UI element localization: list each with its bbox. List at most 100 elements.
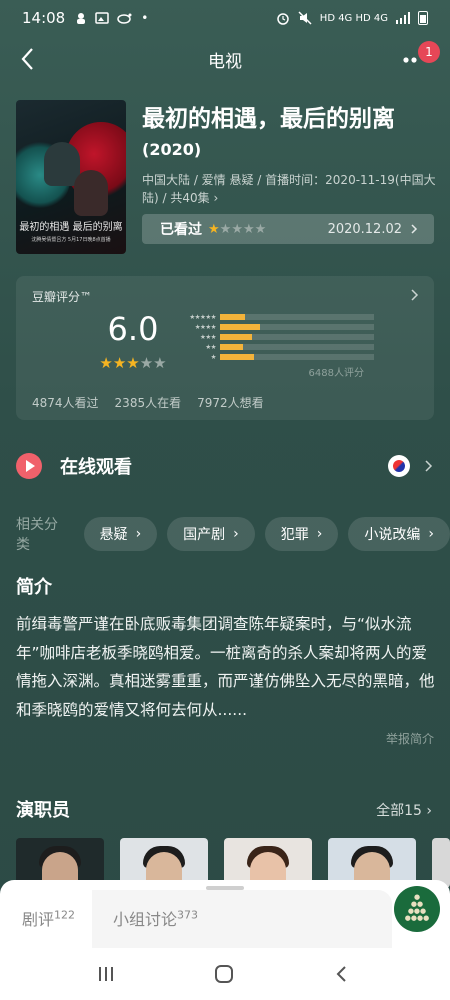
- chevron-right-icon: ›: [316, 526, 323, 542]
- report-summary-link[interactable]: 举报简介: [386, 730, 434, 747]
- tab-reviews-count: 122: [54, 908, 76, 922]
- cast-all-link[interactable]: 全部15 ›: [376, 800, 432, 820]
- back-arrow-icon[interactable]: [14, 44, 44, 74]
- histogram-bar: [220, 354, 254, 360]
- star-filled-icon: ★: [99, 354, 113, 372]
- seen-date: 2020.12.02: [327, 221, 402, 237]
- system-nav-bar: [0, 948, 450, 1000]
- poster-subtitle: 沈腾吴倩暨吕方 5月17日晚8点首播: [31, 237, 111, 243]
- notification-icons: •: [75, 11, 148, 25]
- histogram-star-label: ★★★★: [194, 323, 217, 331]
- network-indicators: HD 4G HD 4G: [319, 12, 388, 24]
- play-icon: [16, 453, 42, 479]
- histogram-track: [220, 334, 374, 340]
- rating-label: 豆瓣评分™: [32, 290, 93, 304]
- histogram-track: [220, 354, 374, 360]
- movie-title: 最初的相遇，最后的别离: [142, 106, 395, 132]
- group-avatar-pattern: ● ●● ●●● ●●●●: [404, 893, 430, 922]
- rating-score: 6.0: [107, 310, 159, 348]
- star-filled-icon: ★: [112, 354, 127, 372]
- star-empty-icon: ★: [153, 354, 167, 372]
- related-categories: 相关分类 悬疑 › 国产剧 › 犯罪 › 小说改编 ›: [16, 516, 450, 553]
- tab-reviews[interactable]: 剧评122: [22, 906, 75, 930]
- histogram-bar: [220, 314, 245, 320]
- histogram-track: [220, 344, 374, 350]
- histogram-bar: [220, 344, 244, 350]
- gallery-icon: [95, 12, 109, 24]
- category-chip[interactable]: 国产剧 ›: [167, 517, 255, 551]
- mute-icon: [298, 11, 312, 25]
- cast-all-label: 全部15: [376, 803, 422, 819]
- watch-online-label: 在线观看: [60, 457, 132, 478]
- system-indicators: HD 4G HD 4G: [276, 11, 428, 25]
- poster-title: 最初的相遇 最后的别离: [19, 222, 123, 233]
- back-icon[interactable]: [332, 964, 352, 984]
- star-empty-icon: ★: [139, 354, 154, 372]
- category-chip-label: 小说改编: [364, 527, 421, 543]
- histogram-track: [220, 324, 374, 330]
- histogram-star-label: ★★★★★: [189, 313, 216, 321]
- chevron-right-icon: ›: [213, 191, 219, 205]
- histogram-bar: [220, 334, 253, 340]
- category-chip[interactable]: 悬疑 ›: [83, 517, 158, 551]
- recent-apps-icon[interactable]: [96, 964, 116, 984]
- star-empty-icon: ★: [254, 221, 267, 237]
- chevron-right-icon: ›: [135, 526, 142, 542]
- histogram-bar: [220, 324, 261, 330]
- histogram-row: ★★★★★: [178, 312, 378, 322]
- movie-meta-text: 中国大陆 / 爱情 悬疑 / 首播时间：2020-11-19(中国大陆) / 共…: [142, 173, 436, 205]
- home-icon[interactable]: [214, 964, 234, 984]
- histogram-star-label: ★: [210, 353, 217, 361]
- category-chip-label: 悬疑: [99, 527, 128, 543]
- chevron-right-icon: [411, 224, 418, 234]
- movie-meta[interactable]: 中国大陆 / 爱情 悬疑 / 首播时间：2020-11-19(中国大陆) / 共…: [142, 171, 436, 207]
- more-notifications-dot: •: [141, 11, 149, 25]
- my-rating-stars: ★★★★★: [208, 222, 266, 237]
- rating-count: 6488人评分: [308, 368, 364, 379]
- group-avatar[interactable]: ● ●● ●●● ●●●●: [394, 886, 440, 932]
- star-empty-icon: ★: [231, 221, 243, 237]
- douban-rating-card[interactable]: 豆瓣评分™ 6.0 ★★★★★ ★★★★★ ★★★★ ★★★ ★★ ★ 6488人评分 …: [16, 276, 434, 420]
- histogram-track: [220, 314, 374, 320]
- seen-label: 已看过: [160, 222, 202, 238]
- notification-badge: 1: [418, 41, 440, 63]
- histogram-row: ★★★: [178, 332, 378, 342]
- histogram-row: ★★★★: [178, 322, 378, 332]
- star-empty-icon: ★: [219, 221, 232, 237]
- watch-stats: 4874人看过 2385人在看 7972人想看: [32, 394, 264, 411]
- stat-watched[interactable]: 4874人看过: [32, 394, 99, 411]
- page-title: 电视: [208, 51, 242, 72]
- star-filled-icon: ★: [126, 354, 140, 372]
- category-chip-label: 犯罪: [280, 527, 309, 543]
- status-bar: 14:08 • HD 4G HD 4G: [0, 0, 450, 36]
- stat-watching[interactable]: 2385人在看: [115, 394, 182, 411]
- category-chip[interactable]: 犯罪 ›: [264, 517, 339, 551]
- histogram-star-label: ★★: [205, 343, 216, 351]
- movie-year: (2020): [142, 140, 202, 159]
- chevron-right-icon: [425, 460, 433, 472]
- summary-text[interactable]: 前缉毒警严谨在卧底贩毒集团调查陈年疑案时，与“似水流年”咖啡店老板季晓鸥相爱。一…: [16, 610, 436, 724]
- provider-logo-icon: [388, 455, 410, 477]
- tab-group-discussion[interactable]: 小组讨论373: [113, 906, 198, 930]
- poster-image[interactable]: 最初的相遇 最后的别离 沈腾吴倩暨吕方 5月17日晚8点首播: [16, 100, 126, 254]
- alarm-icon: [277, 13, 289, 25]
- cast-heading: 演职员: [16, 800, 70, 821]
- chevron-right-icon: ›: [233, 526, 239, 542]
- watch-online-row[interactable]: 在线观看: [16, 446, 434, 486]
- star-filled-icon: ★: [208, 221, 220, 237]
- category-chip[interactable]: 小说改编 ›: [348, 517, 450, 551]
- poster-figure: [74, 170, 108, 216]
- battery-icon: [418, 11, 428, 25]
- histogram-row: ★★: [178, 342, 378, 352]
- seen-status-bar[interactable]: 已看过 ★★★★★ 2020.12.02: [142, 214, 434, 244]
- summary-heading: 简介: [16, 577, 52, 598]
- category-chip-label: 国产剧: [183, 527, 226, 543]
- stat-want[interactable]: 7972人想看: [197, 394, 264, 411]
- tab-group-count: 373: [177, 908, 199, 922]
- tab-reviews-label: 剧评: [22, 910, 55, 929]
- histogram-star-label: ★★★: [200, 333, 216, 341]
- tab-group-label: 小组讨论: [113, 910, 178, 929]
- star-empty-icon: ★: [242, 221, 255, 237]
- notification-app-icon: [77, 13, 86, 24]
- weibo-icon: [117, 13, 132, 24]
